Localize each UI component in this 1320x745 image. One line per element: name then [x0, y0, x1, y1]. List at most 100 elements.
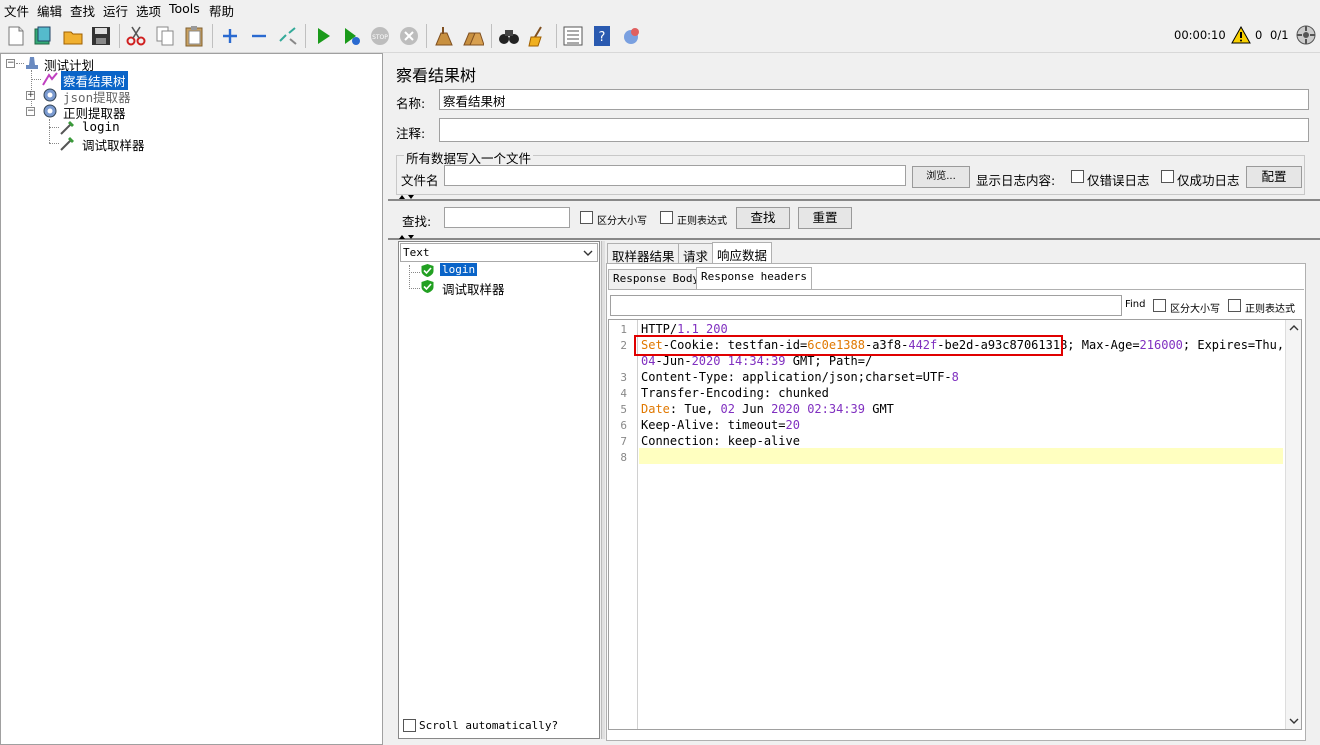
tab-request[interactable]: 请求	[678, 243, 714, 264]
clear-all-icon[interactable]	[462, 25, 484, 47]
menu-search[interactable]: 查找	[70, 1, 95, 20]
expand-icon[interactable]	[219, 25, 241, 47]
success-only-checkbox[interactable]	[1161, 170, 1174, 183]
reset-search-icon[interactable]	[527, 25, 549, 47]
case-sensitive-label: 区分大小写	[597, 216, 647, 227]
menu-tools[interactable]: Tools	[169, 1, 200, 16]
search-label: 查找:	[402, 214, 432, 229]
menu-options[interactable]: 选项	[136, 1, 161, 20]
paste-icon[interactable]	[183, 25, 205, 47]
clear-icon[interactable]	[432, 25, 454, 47]
test-plan-tree: − 测试计划 察看结果树 + json提取器 − 正则提取器 login 调试取…	[0, 53, 383, 745]
elapsed-timer: 00:00:10	[1174, 28, 1226, 42]
highlight-annotation	[634, 335, 1063, 356]
response-headers-text[interactable]: 1 2 3 4 5 6 7 8 HTTP/1.1 200 Set-Cookie:…	[608, 319, 1302, 730]
pipette-icon	[60, 137, 74, 151]
find-regex-label: 正则表达式	[1245, 304, 1295, 315]
listener-icon	[42, 72, 58, 86]
find-case-label: 区分大小写	[1170, 304, 1220, 315]
success-shield-icon	[421, 280, 434, 293]
response-find-input[interactable]	[610, 295, 1122, 316]
test-plan-icon	[26, 57, 38, 69]
comment-field[interactable]	[439, 118, 1309, 142]
find-label: Find	[1125, 299, 1146, 310]
menu-edit[interactable]: 编辑	[37, 1, 62, 20]
response-line: 04-Jun-2020 14:34:39 GMT; Path=/	[641, 354, 873, 368]
response-line: Date: Tue, 02 Jun 2020 02:34:39 GMT	[641, 402, 894, 416]
toggle-icon[interactable]	[277, 25, 299, 47]
errors-only-checkbox[interactable]	[1071, 170, 1084, 183]
scroll-auto-checkbox[interactable]	[403, 719, 416, 732]
help-icon[interactable]: ?	[591, 25, 613, 47]
remote-icon[interactable]	[620, 25, 642, 47]
filename-field[interactable]	[444, 165, 906, 186]
chevron-down-icon	[583, 250, 593, 256]
scroll-auto-label: Scroll automatically?	[419, 719, 559, 732]
menu-help[interactable]: 帮助	[209, 1, 234, 20]
chevron-up-icon[interactable]	[1289, 324, 1299, 332]
filename-label: 文件名	[401, 173, 439, 188]
tab-response-data[interactable]: 响应数据	[712, 242, 773, 263]
function-helper-icon[interactable]	[562, 25, 584, 47]
collapse-toggle[interactable]: −	[6, 59, 15, 68]
response-line: Connection: keep-alive	[641, 434, 800, 448]
expand-toggle[interactable]: +	[26, 91, 35, 100]
stop-icon[interactable]: STOP	[369, 25, 391, 47]
vertical-scrollbar[interactable]	[1285, 320, 1301, 729]
save-icon[interactable]	[90, 25, 112, 47]
response-line: Transfer-Encoding: chunked	[641, 386, 829, 400]
response-line: Keep-Alive: timeout=20	[641, 418, 800, 432]
splitter-arrows-icon[interactable]	[398, 194, 418, 200]
svg-text:?: ?	[599, 30, 606, 45]
subtab-response-body[interactable]: Response Body	[608, 269, 705, 289]
start-icon[interactable]	[312, 25, 334, 47]
toolbar: STOP ? 00:00:10 0 0/1	[0, 19, 1320, 53]
subtab-response-headers[interactable]: Response headers	[696, 267, 812, 289]
search-input[interactable]	[444, 207, 570, 228]
search-icon[interactable]	[498, 25, 520, 47]
response-line: Content-Type: application/json;charset=U…	[641, 370, 959, 384]
open-icon[interactable]	[62, 25, 84, 47]
shutdown-icon[interactable]	[398, 25, 420, 47]
gear-icon	[43, 104, 57, 118]
templates-icon[interactable]	[32, 25, 54, 47]
warning-count: 0	[1255, 28, 1263, 42]
menu-bar: 文件 编辑 查找 运行 选项 Tools 帮助	[0, 0, 1320, 19]
splitter[interactable]	[388, 238, 1320, 240]
splitter[interactable]	[388, 199, 1320, 201]
log-content-label: 显示日志内容:	[976, 173, 1056, 188]
chevron-down-icon[interactable]	[1289, 717, 1299, 725]
collapse-toggle[interactable]: −	[26, 107, 35, 116]
copy-icon[interactable]	[154, 25, 176, 47]
gear-icon	[43, 88, 57, 102]
success-only-label: 仅成功日志	[1177, 173, 1240, 188]
find-regex-checkbox[interactable]	[1228, 299, 1241, 312]
find-button[interactable]: 查找	[736, 207, 790, 229]
comment-label: 注释:	[396, 126, 426, 141]
splitter[interactable]	[601, 241, 605, 739]
success-shield-icon	[421, 264, 434, 277]
tab-sampler-result[interactable]: 取样器结果	[607, 243, 680, 264]
splitter-arrows-icon[interactable]	[398, 234, 418, 240]
results-list-panel	[398, 241, 600, 739]
case-sensitive-checkbox[interactable]	[580, 211, 593, 224]
svg-text:STOP: STOP	[372, 34, 388, 41]
menu-run[interactable]: 运行	[103, 1, 128, 20]
menu-file[interactable]: 文件	[4, 1, 29, 20]
name-field[interactable]: 察看结果树	[439, 89, 1309, 110]
pipette-icon	[60, 121, 74, 135]
threads-icon[interactable]	[1295, 24, 1317, 46]
browse-button[interactable]: 浏览...	[912, 166, 970, 188]
name-label: 名称:	[396, 96, 426, 111]
warning-icon[interactable]	[1231, 26, 1251, 44]
configure-button[interactable]: 配置	[1246, 166, 1302, 188]
renderer-select[interactable]: Text	[400, 243, 598, 262]
find-case-checkbox[interactable]	[1153, 299, 1166, 312]
cut-icon[interactable]	[125, 25, 147, 47]
new-icon[interactable]	[5, 25, 27, 47]
reset-button[interactable]: 重置	[798, 207, 852, 229]
collapse-icon[interactable]	[248, 25, 270, 47]
current-line-highlight	[639, 448, 1283, 464]
start-no-pause-icon[interactable]	[340, 25, 362, 47]
regex-checkbox[interactable]	[660, 211, 673, 224]
